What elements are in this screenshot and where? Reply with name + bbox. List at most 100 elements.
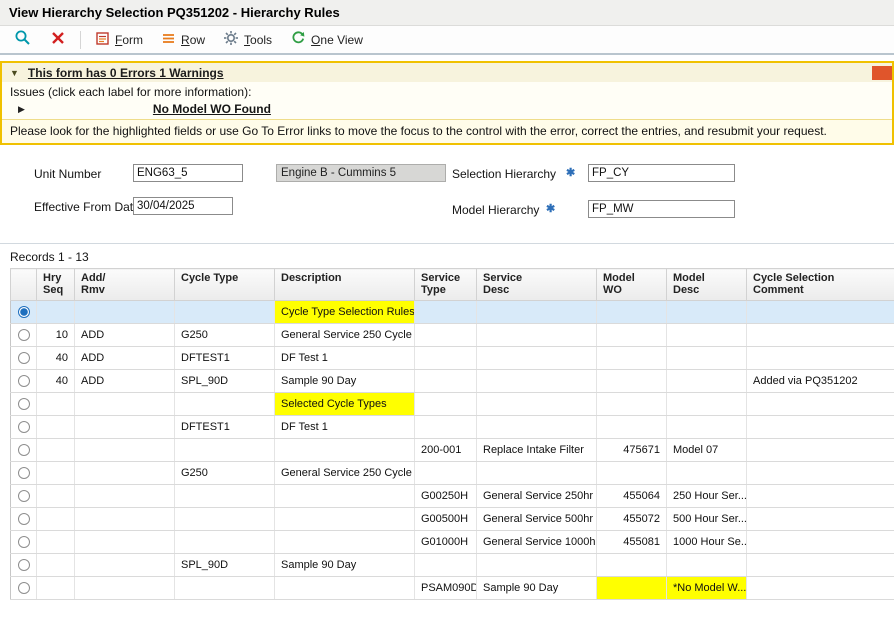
cell-add_rmv: [75, 577, 175, 600]
cell-model_wo: [597, 347, 667, 370]
effective-from-date-label: Effective From Date: [34, 200, 140, 214]
grid-section: Records 1 - 13 Hry SeqAdd/ RmvCycle Type…: [0, 243, 894, 600]
model-hierarchy-field[interactable]: [588, 200, 735, 218]
cell-description: Selected Cycle Types: [275, 393, 415, 416]
cell-hry_seq: 40: [37, 347, 75, 370]
table-row: G00500HGeneral Service 500hr455072500 Ho…: [11, 508, 894, 531]
cell-model_wo: 455072: [597, 508, 667, 531]
cell-comment: [747, 554, 894, 577]
cell-cycle_type: DFTEST1: [175, 347, 275, 370]
form-menu-button[interactable]: Form: [87, 28, 151, 52]
row-select-radio[interactable]: [18, 559, 30, 571]
one-view-button[interactable]: One View: [282, 27, 371, 52]
row-select-cell: [11, 324, 37, 347]
cell-comment: [747, 416, 894, 439]
row-select-radio[interactable]: [18, 398, 30, 410]
row-select-cell: [11, 370, 37, 393]
column-header[interactable]: Model WO: [597, 269, 667, 301]
row-select-radio[interactable]: [18, 444, 30, 456]
cell-description: [275, 577, 415, 600]
expander-triangle-icon[interactable]: ▶: [18, 104, 25, 115]
cell-hry_seq: [37, 301, 75, 324]
table-row: 40ADDSPL_90DSample 90 DayAdded via PQ351…: [11, 370, 894, 393]
find-button[interactable]: [6, 26, 40, 53]
cell-model_desc: [667, 416, 747, 439]
cell-model_desc: [667, 301, 747, 324]
cell-comment: [747, 347, 894, 370]
row-select-radio[interactable]: [18, 490, 30, 502]
cell-model_wo: [597, 301, 667, 324]
cell-model_desc: [667, 462, 747, 485]
cell-service_type: [415, 301, 477, 324]
column-header[interactable]: Add/ Rmv: [75, 269, 175, 301]
cell-add_rmv: [75, 439, 175, 462]
cell-add_rmv: [75, 508, 175, 531]
warning-instruction: Please look for the highlighted fields o…: [2, 119, 892, 143]
cell-service_desc: [477, 347, 597, 370]
row-select-radio[interactable]: [18, 536, 30, 548]
column-header[interactable]: Description: [275, 269, 415, 301]
row-select-cell: [11, 347, 37, 370]
row-menu-button[interactable]: Row: [153, 28, 213, 52]
row-select-radio[interactable]: [18, 352, 30, 364]
cell-service_type: PSAM090D: [415, 577, 477, 600]
cell-model_wo: [597, 393, 667, 416]
selection-hierarchy-field[interactable]: [588, 164, 735, 182]
column-header[interactable]: Hry Seq: [37, 269, 75, 301]
cell-service_type: [415, 554, 477, 577]
no-model-wo-link[interactable]: No Model WO Found: [153, 102, 271, 116]
cell-service_type: G00500H: [415, 508, 477, 531]
table-row: PSAM090DSample 90 Day*No Model W...: [11, 577, 894, 600]
row-select-cell: [11, 416, 37, 439]
cell-model_desc: [667, 554, 747, 577]
close-icon: [50, 30, 66, 49]
cell-hry_seq: 10: [37, 324, 75, 347]
row-select-radio[interactable]: [18, 467, 30, 479]
form-icon: [95, 31, 110, 49]
cell-model_desc: [667, 324, 747, 347]
form-warning-panel: ▼ This form has 0 Errors 1 Warnings Issu…: [0, 61, 894, 145]
cell-model_wo: 455064: [597, 485, 667, 508]
row-select-radio[interactable]: [18, 329, 30, 341]
cell-service_desc: [477, 462, 597, 485]
cell-cycle_type: G250: [175, 324, 275, 347]
search-icon: [14, 29, 32, 50]
cell-comment: [747, 531, 894, 554]
cell-service_desc: Sample 90 Day: [477, 577, 597, 600]
tools-menu-label: Tools: [244, 33, 272, 47]
cell-service_desc: [477, 554, 597, 577]
row-select-radio[interactable]: [18, 375, 30, 387]
tools-menu-button[interactable]: Tools: [215, 27, 280, 52]
cell-model_wo: [597, 554, 667, 577]
unit-number-field[interactable]: [133, 164, 243, 182]
cell-add_rmv: ADD: [75, 347, 175, 370]
row-select-radio[interactable]: [18, 513, 30, 525]
table-row: G00250HGeneral Service 250hr455064250 Ho…: [11, 485, 894, 508]
cell-service_type: [415, 393, 477, 416]
cell-model_wo: [597, 462, 667, 485]
selection-hierarchy-label: Selection Hierarchy: [452, 167, 556, 181]
cell-cycle_type: [175, 485, 275, 508]
column-header[interactable]: Service Type: [415, 269, 477, 301]
cell-cycle_type: [175, 439, 275, 462]
cell-description: DF Test 1: [275, 416, 415, 439]
cell-add_rmv: ADD: [75, 370, 175, 393]
cell-hry_seq: [37, 416, 75, 439]
cell-add_rmv: [75, 554, 175, 577]
column-header[interactable]: Service Desc: [477, 269, 597, 301]
cell-service_type: G01000H: [415, 531, 477, 554]
cell-description: Sample 90 Day: [275, 370, 415, 393]
row-select-radio[interactable]: [18, 582, 30, 594]
collapse-triangle-icon[interactable]: ▼: [10, 68, 19, 78]
cell-service_type: [415, 370, 477, 393]
effective-from-date-field[interactable]: [133, 197, 233, 215]
warning-summary-link[interactable]: This form has 0 Errors 1 Warnings: [28, 66, 224, 80]
column-header[interactable]: Model Desc: [667, 269, 747, 301]
column-header[interactable]: Cycle Type: [175, 269, 275, 301]
close-button[interactable]: [42, 27, 74, 52]
column-header[interactable]: Cycle Selection Comment: [747, 269, 894, 301]
row-select-radio[interactable]: [18, 306, 30, 318]
cell-description: General Service 250 Cycle: [275, 324, 415, 347]
row-select-radio[interactable]: [18, 421, 30, 433]
records-count-label: Records 1 - 13: [0, 244, 894, 268]
